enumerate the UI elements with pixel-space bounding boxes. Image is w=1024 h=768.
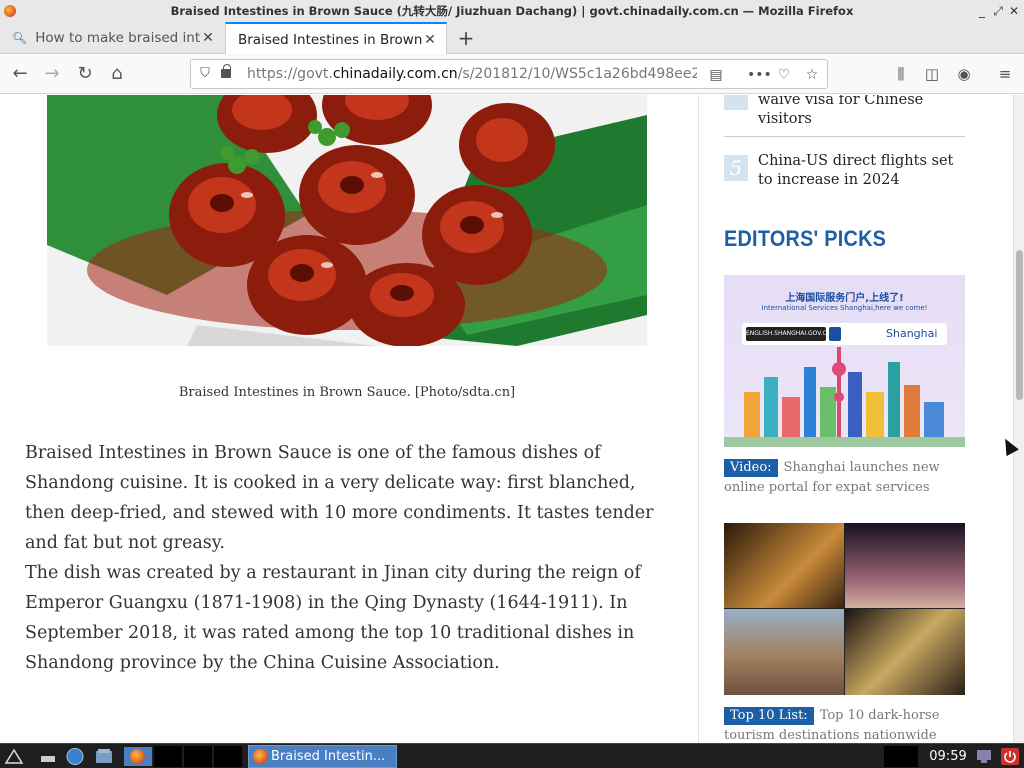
navigation-bar: ← → ↻ ⌂ ⛉ https://govt.chinadaily.com.cn… [0,54,1024,94]
banner-chinese-text: 上海国际服务门户,上线了! [785,293,904,304]
url-suffix: /s/201812/10/WS5c1a26bd498ee2 [457,66,697,82]
url-domain: chinadaily.com.cn [332,66,458,82]
editors-pick-caption[interactable]: Video: Shanghai launches new online porta… [724,458,965,498]
list-divider [724,136,965,137]
editors-pick-caption[interactable]: Top 10 List: Top 10 dark-horse tourism de… [724,706,965,743]
editors-picks-heading: EDITORS' PICKS [724,226,887,251]
web-browser-icon[interactable] [65,747,85,766]
search-icon: 🔍︎ [12,31,28,45]
home-icon[interactable]: ⌂ [105,62,129,86]
url-text[interactable]: https://govt.chinadaily.com.cn/s/201812/… [247,66,697,82]
column-divider [698,95,699,743]
lock-icon[interactable] [221,64,231,78]
ranked-news-text[interactable]: waive visa for Chinese visitors [758,95,968,129]
window-titlebar: Braised Intestines in Brown Sauce (九转大肠/… [0,0,1024,22]
power-icon[interactable] [1000,747,1020,766]
sidebar-icon[interactable]: ◫ [921,63,943,85]
banner-site: ENGLISH.SHANGHAI.GOV.CN [746,327,831,341]
show-desktop-icon[interactable] [38,747,58,766]
bookmark-star-icon[interactable]: ☆ [803,66,821,84]
skyline-illustration [724,347,965,447]
firefox-icon [253,749,268,764]
top10-tag: Top 10 List: [724,707,814,725]
start-menu-icon[interactable] [4,747,24,766]
clock[interactable]: 09:59 [924,747,972,766]
reload-icon[interactable]: ↻ [73,62,97,86]
braised-intestines-image [47,95,647,346]
window-title: Braised Intestines in Brown Sauce (九转大肠/… [170,4,854,18]
rank-number [724,95,748,110]
library-icon[interactable]: ⫼ [890,63,912,85]
new-tab-button[interactable]: + [454,26,478,50]
url-prefix: https://govt. [247,66,333,82]
shield-icon[interactable]: ⛉ [197,66,213,82]
maximize-button[interactable]: ⤢ [992,4,1004,18]
dish-photo [47,95,647,346]
tab-how-to-make[interactable]: 🔍︎ How to make braised int ✕ [0,22,224,54]
banner-english-text: International Services Shanghai,here we … [761,304,928,312]
reader-view-icon[interactable]: ▤ [707,66,725,84]
firefox-launcher-icon[interactable] [124,747,152,766]
pocket-icon[interactable]: ♡ [775,66,793,84]
shanghai-portal-image[interactable]: 上海国际服务门户,上线了! International Services Sha… [724,275,965,447]
search-icon [829,327,841,341]
page-scrollbar[interactable] [1013,95,1024,743]
taskbar-firefox-task[interactable]: Braised Intestin... [248,745,397,768]
article-paragraph: The dish was created by a restaurant in … [25,563,641,673]
page-content: Braised Intestines in Brown Sauce. [Phot… [0,95,1013,743]
back-arrow-icon[interactable]: ← [8,62,32,86]
page-actions-icon[interactable]: ••• [747,66,772,84]
rank-number: 5 [724,155,748,181]
close-tab-icon[interactable]: ✕ [422,32,438,48]
tray-area [884,746,918,767]
video-tag: Video: [724,459,778,477]
workspace-2[interactable] [184,746,212,767]
menu-icon[interactable]: ≡ [994,63,1016,85]
tab-strip: 🔍︎ How to make braised int ✕ Braised Int… [0,22,1024,55]
banner-brand: Shanghai [886,327,938,340]
network-icon[interactable] [974,747,994,766]
workspace-1[interactable] [154,746,182,767]
tab-braised-intestines[interactable]: Braised Intestines in Brown ✕ [225,22,447,55]
tab-label: Braised Intestines in Brown [238,31,423,48]
photo-caption: Braised Intestines in Brown Sauce. [Phot… [178,385,516,400]
tab-label: How to make braised int [35,30,201,46]
tourism-collage-image[interactable] [724,523,965,695]
minimize-button[interactable]: _ [976,4,988,18]
account-icon[interactable]: ◉ [953,63,975,85]
scrollbar-thumb[interactable] [1016,250,1023,400]
url-bar[interactable]: ⛉ https://govt.chinadaily.com.cn/s/20181… [190,59,828,89]
file-manager-icon[interactable] [94,747,114,766]
close-tab-icon[interactable]: ✕ [200,30,216,46]
ranked-news-text[interactable]: China-US direct flights set to increase … [758,152,968,190]
workspace-3[interactable] [214,746,242,767]
taskbar: Braised Intestin... 09:59 [0,743,1024,768]
forward-arrow-icon[interactable]: → [40,62,64,86]
close-window-button[interactable]: ✕ [1008,4,1020,18]
article-paragraph: Braised Intestines in Brown Sauce is one… [25,443,654,553]
taskbar-task-label: Braised Intestin... [271,749,386,764]
